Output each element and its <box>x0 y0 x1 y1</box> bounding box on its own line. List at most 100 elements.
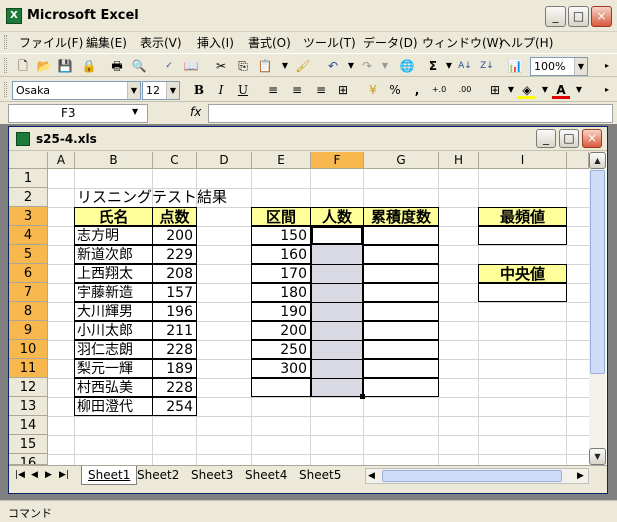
column-header[interactable]: G <box>364 152 439 169</box>
row-header[interactable]: 14 <box>9 416 48 435</box>
scroll-up-icon[interactable]: ▲ <box>589 152 606 169</box>
percent-button[interactable]: % <box>386 81 404 99</box>
align-right-icon[interactable]: ≡ <box>312 81 330 99</box>
next-sheet-icon[interactable]: ▶ <box>45 466 52 484</box>
sort-ascending-icon[interactable]: A↓ <box>456 57 474 75</box>
select-all-corner[interactable] <box>9 152 48 169</box>
column-header[interactable]: I <box>479 152 567 169</box>
tab-sheet1[interactable]: Sheet1 <box>81 466 138 485</box>
name-box-dropdown-icon[interactable]: ▼ <box>132 107 138 116</box>
print-preview-icon[interactable]: 🔍 <box>130 57 148 75</box>
header-median[interactable]: 中央値 <box>478 264 567 283</box>
redo-dropdown-icon[interactable]: ▼ <box>376 57 394 75</box>
score-cell[interactable]: 200 <box>152 226 197 245</box>
close-button[interactable]: × <box>591 6 612 27</box>
toolbar-options-icon[interactable]: ▸ <box>598 81 616 99</box>
row-header[interactable]: 1 <box>9 169 48 188</box>
cumfreq-cell[interactable] <box>363 378 439 397</box>
name-cell[interactable]: 新道次郎 <box>74 245 153 264</box>
vertical-scrollbar[interactable]: ▲ ▼ <box>589 152 606 465</box>
column-header[interactable]: H <box>439 152 479 169</box>
scroll-thumb[interactable] <box>590 170 605 374</box>
row-header-selected[interactable]: 5 <box>9 245 48 264</box>
interval-cell[interactable]: 180 <box>251 283 311 302</box>
row-header-selected[interactable]: 6 <box>9 264 48 283</box>
spelling-icon[interactable]: ✓ <box>160 57 178 75</box>
score-cell[interactable]: 189 <box>152 359 197 378</box>
name-box[interactable]: F3 <box>8 104 148 123</box>
insert-function-icon[interactable]: fx <box>190 105 201 119</box>
maximize-button[interactable]: □ <box>568 6 589 27</box>
name-cell[interactable]: 志方明 <box>74 226 153 245</box>
currency-icon[interactable]: ¥ <box>364 81 382 99</box>
italic-button[interactable]: I <box>212 81 230 99</box>
underline-button[interactable]: U <box>234 81 252 99</box>
minimize-button[interactable]: _ <box>545 6 566 27</box>
scroll-left-icon[interactable]: ◀ <box>368 469 375 483</box>
font-name-combo[interactable]: Osaka ▼ <box>12 81 141 100</box>
cumfreq-cell[interactable] <box>363 245 439 264</box>
name-cell[interactable]: 梨元一輝 <box>74 359 153 378</box>
median-value-cell[interactable] <box>478 283 567 302</box>
column-header[interactable]: D <box>197 152 252 169</box>
menu-data[interactable]: データ(D) <box>363 34 418 51</box>
row-header[interactable]: 2 <box>9 188 48 207</box>
decrease-decimal-button[interactable]: .00 <box>452 81 478 99</box>
interval-cell[interactable]: 300 <box>251 359 311 378</box>
paste-icon[interactable]: 📋 <box>256 57 274 75</box>
bold-button[interactable]: B <box>190 81 208 99</box>
scroll-down-icon[interactable]: ▼ <box>589 448 606 465</box>
menu-insert[interactable]: 挿入(I) <box>197 34 234 51</box>
interval-cell[interactable]: 170 <box>251 264 311 283</box>
row-header-selected[interactable]: 8 <box>9 302 48 321</box>
menu-file[interactable]: ファイル(F) <box>19 34 83 51</box>
menu-view[interactable]: 表示(V) <box>140 34 182 51</box>
align-left-icon[interactable]: ≡ <box>264 81 282 99</box>
name-cell[interactable]: 宇藤新造 <box>74 283 153 302</box>
undo-icon[interactable]: ↶ <box>324 57 342 75</box>
chevron-down-icon[interactable]: ▼ <box>127 82 140 99</box>
align-center-icon[interactable]: ≡ <box>288 81 306 99</box>
tab-sheet3[interactable]: Sheet3 <box>191 466 233 484</box>
hyperlink-icon[interactable]: 🌐 <box>398 57 416 75</box>
chevron-down-icon[interactable]: ▼ <box>574 58 587 75</box>
column-header[interactable] <box>567 152 589 169</box>
toolbar-grip[interactable] <box>4 35 7 49</box>
row-header[interactable]: 15 <box>9 435 48 454</box>
toolbar-grip[interactable] <box>4 82 7 97</box>
menu-help[interactable]: ヘルプ(H) <box>499 34 553 51</box>
column-header[interactable]: B <box>75 152 153 169</box>
cumfreq-cell[interactable] <box>363 283 439 302</box>
increase-decimal-button[interactable]: +.0 <box>426 81 452 99</box>
first-sheet-icon[interactable]: |◀ <box>15 466 25 484</box>
format-painter-icon[interactable]: 🖌 <box>294 57 312 75</box>
header-score[interactable]: 点数 <box>152 207 197 226</box>
row-header-selected[interactable]: 11 <box>9 359 48 378</box>
header-interval[interactable]: 区間 <box>251 207 311 226</box>
score-cell[interactable]: 208 <box>152 264 197 283</box>
toolbar-options-icon[interactable]: ▸ <box>598 57 616 75</box>
toolbar-grip[interactable] <box>4 58 7 73</box>
menu-edit[interactable]: 編集(E) <box>86 34 127 51</box>
tab-sheet2[interactable]: Sheet2 <box>137 466 179 484</box>
name-cell[interactable]: 小川太郎 <box>74 321 153 340</box>
row-header-selected[interactable]: 4 <box>9 226 48 245</box>
font-size-combo[interactable]: 12 ▼ <box>142 81 180 100</box>
name-cell[interactable]: 大川輝男 <box>74 302 153 321</box>
name-cell[interactable]: 上西翔太 <box>74 264 153 283</box>
cumfreq-cell[interactable] <box>363 359 439 378</box>
interval-cell[interactable]: 190 <box>251 302 311 321</box>
header-mode[interactable]: 最頻値 <box>478 207 567 226</box>
mode-value-cell[interactable] <box>478 226 567 245</box>
interval-cell[interactable]: 250 <box>251 340 311 359</box>
column-header-selected[interactable]: F <box>311 152 364 169</box>
cumfreq-cell[interactable] <box>363 340 439 359</box>
active-cell[interactable] <box>311 226 363 245</box>
merge-center-icon[interactable]: ⊞ <box>334 81 352 99</box>
cut-icon[interactable]: ✂ <box>212 57 230 75</box>
header-count[interactable]: 人数 <box>310 207 364 226</box>
font-color-icon[interactable]: A <box>552 81 570 99</box>
cumfreq-cell[interactable] <box>363 302 439 321</box>
row-header-selected[interactable]: 9 <box>9 321 48 340</box>
fill-color-icon[interactable]: ◈ <box>518 81 536 99</box>
